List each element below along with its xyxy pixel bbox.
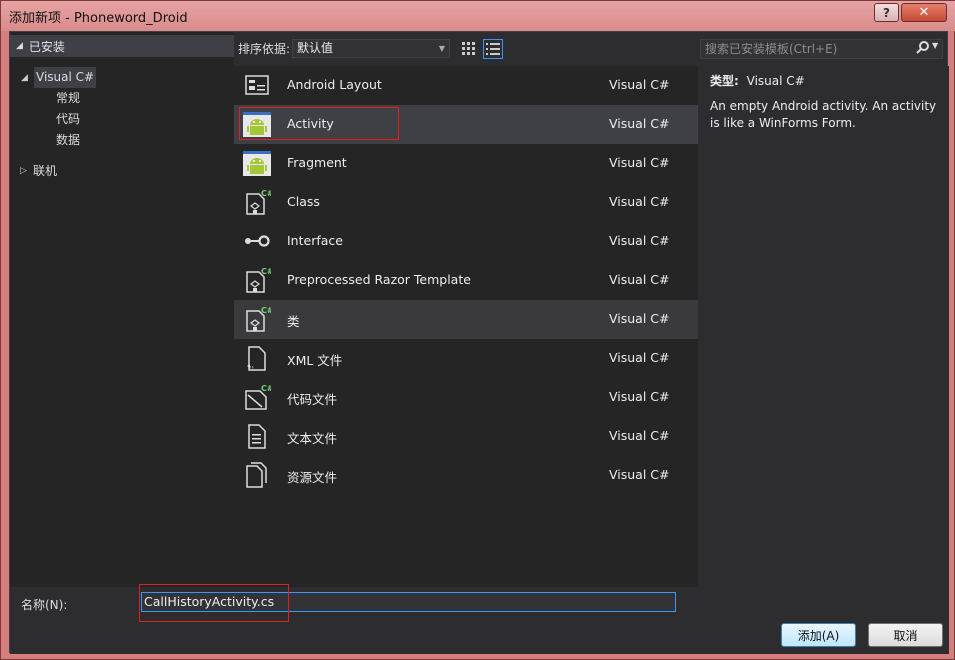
sort-toolbar: 排序依据: 默认值 ▼ [234,35,698,63]
template-language: Visual C# [609,311,670,326]
tree-item-online[interactable]: 联机 [33,161,57,182]
tree-header-label: 已安装 [28,39,65,54]
tree-item-code[interactable]: 代码 [56,109,80,130]
name-label: 名称(N): [21,598,68,612]
template-name: Interface [287,233,343,248]
add-button[interactable]: 添加(A) [781,623,856,647]
csharp-class-icon: C# [246,306,271,332]
list-item[interactable]: ‹› XML 文件 Visual C# [234,339,698,378]
window-title: 添加新项 - Phoneword_Droid [9,11,188,26]
template-language: Visual C# [609,116,670,131]
template-name: Preprocessed Razor Template [287,272,471,287]
info-type: 类型: Visual C# [710,72,937,89]
list-item[interactable]: 资源文件 Visual C# [234,456,698,495]
svg-text:C#: C# [261,267,271,276]
template-name: 资源文件 [287,470,338,485]
collapse-arrow-icon[interactable]: ◢ [21,73,28,83]
info-description: An empty Android activity. An activity i… [710,99,937,130]
template-language: Visual C# [609,155,670,170]
sort-value: 默认值 [297,41,334,55]
resource-file-icon [246,462,267,488]
template-name: Class [287,194,320,209]
template-language: Visual C# [609,389,670,404]
search-input[interactable]: 搜索已安装模板(Ctrl+E) [700,39,943,59]
collapse-arrow-icon[interactable]: ◢ [16,41,23,51]
template-language: Visual C# [609,467,670,482]
list-item[interactable]: C# Preprocessed Razor Template Visual C# [234,261,698,300]
sort-dropdown[interactable]: 默认值 ▼ [292,39,450,58]
chevron-down-icon[interactable]: ▼ [932,41,938,50]
grid-view-icon [462,42,475,55]
template-name: XML 文件 [287,353,343,368]
svg-text:C#: C# [261,189,271,198]
list-item[interactable]: C# 代码文件 Visual C# [234,378,698,417]
list-view-button[interactable] [483,39,503,59]
highlight-box [139,584,289,622]
search-icon[interactable] [916,41,929,58]
close-button[interactable]: ✕ [901,3,947,22]
xml-file-icon: ‹› [247,346,266,371]
svg-text:C#: C# [261,306,271,315]
template-language: Visual C# [609,272,670,287]
code-file-icon: C# [245,384,271,410]
info-type-value: Visual C# [746,74,805,88]
highlight-box [239,107,399,140]
svg-text:C#: C# [261,384,271,393]
template-language: Visual C# [609,350,670,365]
template-name: 文本文件 [287,431,338,446]
dialog-window: 添加新项 - Phoneword_Droid ? ✕ ◢ 已安装 ◢ Visua… [0,0,955,660]
tree-header-installed[interactable]: ◢ 已安装 [10,35,234,57]
grid-view-button[interactable] [459,39,479,59]
template-info-pane: 类型: Visual C# An empty Android activity.… [698,66,949,587]
help-button[interactable]: ? [874,3,899,22]
list-view-icon [486,43,500,55]
list-item[interactable]: C# 类 Visual C# [234,300,698,339]
template-name: Android Layout [287,77,382,92]
template-list: Android Layout Visual C# Activity Visual… [234,66,698,587]
template-language: Visual C# [609,77,670,92]
list-item[interactable]: Interface Visual C# [234,222,698,261]
tree-item-general[interactable]: 常规 [56,88,80,109]
tree-item-data[interactable]: 数据 [56,130,80,151]
list-item[interactable]: Android Layout Visual C# [234,66,698,105]
csharp-class-icon: C# [246,189,271,215]
title-bar[interactable]: 添加新项 - Phoneword_Droid ? ✕ [1,1,955,31]
cancel-button[interactable]: 取消 [868,623,943,647]
template-language: Visual C# [609,233,670,248]
text-file-icon [248,424,266,449]
template-name: Fragment [287,155,347,170]
android-icon [243,151,271,176]
name-footer: 名称(N): CallHistoryActivity.cs 添加(A) 取消 [10,584,949,654]
csharp-class-icon: C# [246,267,271,293]
layout-icon [245,75,269,95]
template-name: 代码文件 [287,392,338,407]
tree-item-visual-csharp[interactable]: Visual C# [34,67,97,88]
interface-icon [245,235,270,247]
svg-text:‹›: ‹› [249,364,254,371]
chevron-down-icon: ▼ [438,44,445,53]
list-item[interactable]: Fragment Visual C# [234,144,698,183]
search-area: 搜索已安装模板(Ctrl+E) ▼ [698,35,948,63]
sort-label: 排序依据: [238,42,291,56]
expand-arrow-icon[interactable]: ▷ [20,166,27,176]
dialog-body: ◢ 已安装 ◢ Visual C# 常规 代码 数据 ▷ 联机 排序依据: 默认… [9,31,949,654]
list-item[interactable]: 文本文件 Visual C# [234,417,698,456]
template-language: Visual C# [609,428,670,443]
template-name: 类 [287,314,300,329]
list-item[interactable]: C# Class Visual C# [234,183,698,222]
template-tree-pane: ◢ 已安装 ◢ Visual C# 常规 代码 数据 ▷ 联机 [10,32,234,587]
info-type-label: 类型: [710,74,739,88]
template-language: Visual C# [609,194,670,209]
